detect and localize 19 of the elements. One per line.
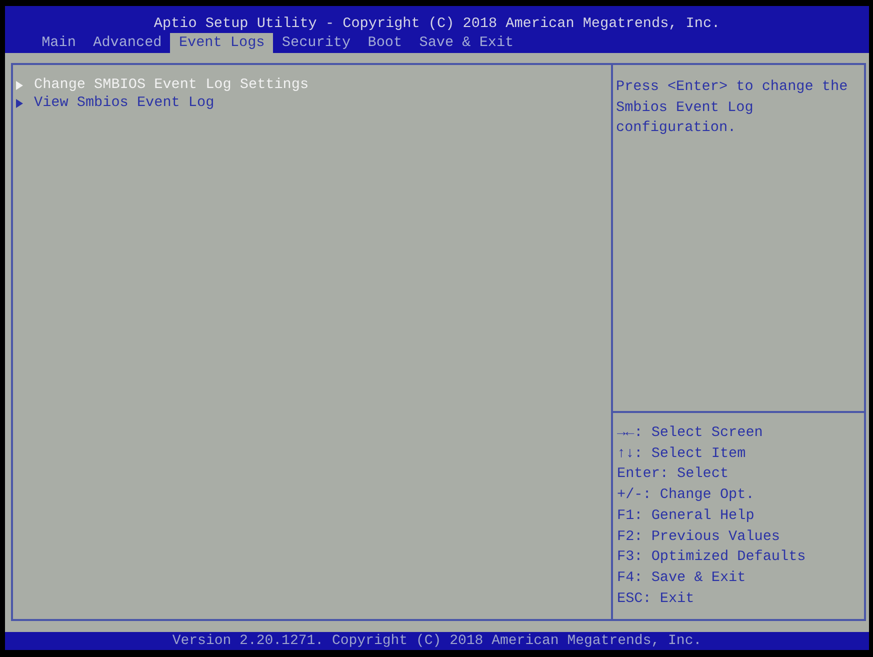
key-hint: →←: Select Screen [617, 424, 763, 443]
key-hint: F4: Save & Exit [617, 568, 746, 588]
key-hint: F3: Optimized Defaults [617, 548, 806, 568]
help-description: Press <Enter> to change the Smbios Event Log configuration. [616, 78, 849, 138]
submenu-item[interactable]: View Smbios Event Log [16, 94, 214, 112]
key-hint: ESC: Exit [617, 590, 694, 609]
menu-tab[interactable]: Save & Exit [410, 33, 522, 53]
menu-tab[interactable]: Boot [359, 33, 411, 53]
key-hint: Enter: Select [617, 465, 729, 484]
setup-title: Aptio Setup Utility - Copyright (C) 2018 American Megatrends, Inc. [154, 15, 720, 33]
menu-tab[interactable]: Main [33, 33, 85, 53]
version-text: Version 2.20.1271. Copyright (C) 2018 American Megatrends, Inc. [172, 632, 702, 650]
key-hint: F1: General Help [617, 506, 754, 526]
key-hint: +/-: Change Opt. [617, 486, 754, 506]
menu-tab[interactable]: Event Logs [170, 33, 274, 53]
key-hint: ↑↓: Select Item [617, 444, 746, 464]
menu-tab[interactable]: Security [273, 33, 360, 53]
key-hint: F2: Previous Values [617, 528, 780, 547]
menu-tab[interactable]: Advanced [84, 33, 170, 53]
